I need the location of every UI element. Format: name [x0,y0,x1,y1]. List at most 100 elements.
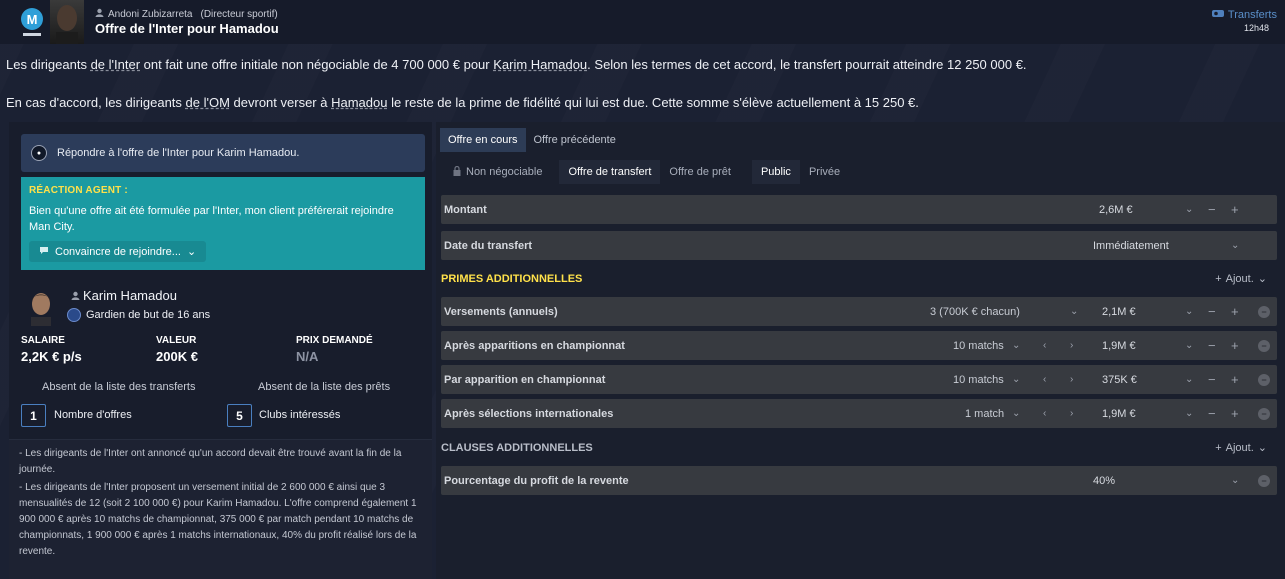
asking-label: PRIX DEMANDÉ [296,335,373,346]
chevron-down-icon[interactable]: ⌄ [1185,306,1193,317]
asking-value: N/A [296,349,319,364]
offers-label: Nombre d'offres [54,409,132,421]
transfer-list-status: Absent de la liste des transferts [42,381,196,393]
chevron-down-icon[interactable]: ⌄ [1231,475,1239,486]
increase-icon[interactable]: + [1231,304,1239,319]
message-title: Offre de l'Inter pour Hamadou [95,21,279,36]
transfer-date-value[interactable]: Immédiatement [1093,240,1169,252]
non-negotiable-toggle[interactable]: Non négociable [444,160,551,184]
message-paragraph-1: Les dirigeants de l'Inter ont fait une o… [6,57,1027,72]
loan-offer-option[interactable]: Offre de prêt [660,160,740,184]
installments-detail[interactable]: 3 (700K € chacun) [930,306,1020,318]
chevron-right-icon[interactable]: › [1070,340,1073,351]
resale-value[interactable]: 40% [1093,475,1115,487]
chevron-left-icon[interactable]: ‹ [1043,408,1046,419]
asking-price-stat: PRIX DEMANDÉ N/A [296,335,373,364]
decrease-icon[interactable]: − [1208,372,1216,387]
remove-icon[interactable]: − [1258,474,1270,487]
sender-line: Andoni Zubizarreta (Directeur sportif) [95,8,278,20]
increase-icon[interactable]: + [1231,338,1239,353]
decrease-icon[interactable]: − [1208,304,1216,319]
intl-caps-label: Après sélections internationales [444,407,614,420]
value-stat: VALEUR 200K € [156,335,198,364]
club-link-inter[interactable]: de l'Inter [91,57,140,72]
player-name-row[interactable]: Karim Hamadou [71,288,177,303]
chevron-down-icon[interactable]: ⌄ [1012,374,1020,385]
chevron-right-icon[interactable]: › [1070,374,1073,385]
sender-name[interactable]: Andoni Zubizarreta [108,9,193,20]
league-apps-label: Après apparitions en championnat [444,339,625,352]
lock-icon [453,165,461,179]
remove-icon[interactable]: − [1258,407,1270,420]
decrease-icon[interactable]: − [1208,202,1216,217]
per-app-row: Par apparition en championnat 10 matchs … [441,365,1277,394]
installments-row: Versements (annuels) 3 (700K € chacun) ⌄… [441,297,1277,326]
add-clause-button[interactable]: + Ajout. ⌄ [1215,441,1267,455]
plus-icon: + [1215,272,1222,285]
message-paragraph-2: En cas d'accord, les dirigeants de l'OM … [6,95,919,110]
intl-caps-detail[interactable]: 1 match [965,408,1004,420]
player-link[interactable]: Hamadou [331,95,387,110]
message-header: M Andoni Zubizarreta (Directeur sportif)… [0,0,1285,44]
increase-icon[interactable]: + [1231,372,1239,387]
decrease-icon[interactable]: − [1208,338,1216,353]
plus-icon: + [1215,441,1222,454]
chevron-down-icon: ⌄ [1257,273,1267,285]
club-link-om[interactable]: de l'OM [186,95,230,110]
player-link[interactable]: Karim Hamadou [493,57,587,72]
nation-flag-icon [67,308,81,322]
chevron-down-icon[interactable]: ⌄ [1185,340,1193,351]
remove-icon[interactable]: − [1258,305,1270,318]
increase-icon[interactable]: + [1231,202,1239,217]
resale-row: Pourcentage du profit de la revente 40% … [441,466,1277,495]
league-apps-row: Après apparitions en championnat 10 matc… [441,331,1277,360]
sender-role: (Directeur sportif) [200,8,278,20]
convince-dropdown[interactable]: Convaincre de rejoindre... ⌄ [29,241,207,262]
chevron-left-icon[interactable]: ‹ [1043,340,1046,351]
person-icon [95,8,104,20]
left-panel: ● Répondre à l'offre de l'Inter pour Kar… [9,122,432,579]
chevron-down-icon[interactable]: ⌄ [1012,408,1020,419]
chevron-down-icon[interactable]: ⌄ [1185,408,1193,419]
transfer-offer-option[interactable]: Offre de transfert [559,160,661,184]
chevron-down-icon[interactable]: ⌄ [1070,306,1078,317]
clubs-count: 5 [227,404,252,427]
chevron-down-icon: ⌄ [1257,442,1267,454]
increase-icon[interactable]: + [1231,406,1239,421]
tab-previous-offer[interactable]: Offre précédente [526,128,624,152]
salary-stat: SALAIRE 2,2K € p/s [21,335,82,364]
value-label: VALEUR [156,335,197,346]
intl-caps-value[interactable]: 1,9M € [1102,408,1136,420]
text: ont fait une offre initiale non négociab… [140,57,494,72]
category-label: Transferts [1227,9,1277,21]
svg-text:M: M [27,12,38,27]
chevron-down-icon[interactable]: ⌄ [1185,374,1193,385]
public-option[interactable]: Public [751,160,800,184]
remove-icon[interactable]: − [1258,339,1270,352]
offer-notes: - Les dirigeants de l'Inter ont annoncé … [9,439,432,579]
per-app-detail[interactable]: 10 matchs [953,374,1004,386]
player-avatar [31,293,51,326]
installments-value[interactable]: 2,1M € [1102,306,1136,318]
chevron-left-icon[interactable]: ‹ [1043,374,1046,385]
add-bonus-label: Ajout. [1225,272,1254,285]
decrease-icon[interactable]: − [1208,406,1216,421]
intl-caps-row: Après sélections internationales 1 match… [441,399,1277,428]
remove-icon[interactable]: − [1258,373,1270,386]
amount-label: Montant [444,203,487,216]
sender-avatar [50,0,84,44]
loan-list-status: Absent de la liste des prêts [258,381,391,393]
chevron-right-icon[interactable]: › [1070,408,1073,419]
league-apps-detail[interactable]: 10 matchs [953,340,1004,352]
chevron-down-icon[interactable]: ⌄ [1231,240,1239,251]
category-link[interactable]: Transferts [1211,9,1277,21]
league-apps-value[interactable]: 1,9M € [1102,340,1136,352]
amount-value[interactable]: 2,6M € [1099,204,1133,216]
per-app-value[interactable]: 375K € [1102,374,1137,386]
add-bonus-button[interactable]: + Ajout. ⌄ [1215,272,1267,286]
chevron-down-icon[interactable]: ⌄ [1012,340,1020,351]
chevron-down-icon[interactable]: ⌄ [1185,204,1193,215]
tab-current-offer[interactable]: Offre en cours [440,128,526,152]
private-option[interactable]: Privée [800,160,849,184]
respond-button[interactable]: ● Répondre à l'offre de l'Inter pour Kar… [21,134,425,172]
